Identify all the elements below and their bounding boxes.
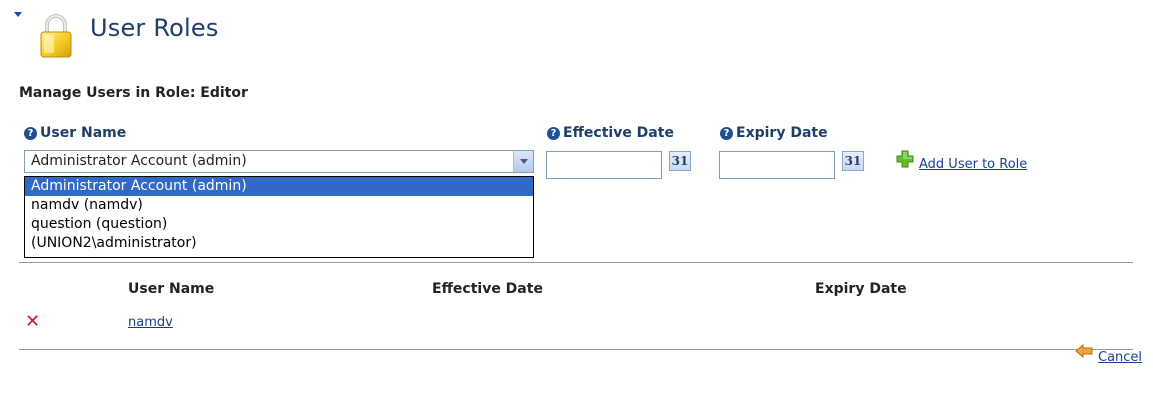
help-icon[interactable]: ? xyxy=(720,126,733,140)
dropdown-option[interactable]: (UNION2\administrator) xyxy=(25,234,533,253)
column-header-expiry-date: Expiry Date xyxy=(815,281,907,297)
collapse-triangle-icon[interactable] xyxy=(14,12,22,17)
chevron-down-icon xyxy=(519,159,528,164)
user-name-label: ? User Name xyxy=(24,125,126,141)
effective-date-input[interactable] xyxy=(546,151,662,179)
help-icon[interactable]: ? xyxy=(24,126,37,140)
expiry-date-label-text: Expiry Date xyxy=(736,125,828,141)
expiry-date-input[interactable] xyxy=(719,151,835,179)
effective-date-label: ? Effective Date xyxy=(547,125,674,141)
user-name-dropdown-list[interactable]: Administrator Account (admin) namdv (nam… xyxy=(24,176,534,258)
column-header-user-name: User Name xyxy=(128,281,215,297)
plus-icon[interactable] xyxy=(896,150,914,168)
lock-icon xyxy=(40,14,72,58)
add-user-to-role-link[interactable]: Add User to Role xyxy=(919,157,1027,172)
select-dropdown-button[interactable] xyxy=(513,151,533,172)
effective-date-label-text: Effective Date xyxy=(563,125,674,141)
page-title: User Roles xyxy=(90,14,219,42)
user-name-select[interactable]: Administrator Account (admin) xyxy=(24,150,534,173)
arrow-left-icon[interactable] xyxy=(1075,344,1093,358)
column-header-effective-date: Effective Date xyxy=(432,281,543,297)
divider xyxy=(19,349,1133,350)
dropdown-option[interactable]: Administrator Account (admin) xyxy=(25,177,533,196)
divider xyxy=(19,262,1133,263)
table-row-user-link[interactable]: namdv xyxy=(128,315,173,330)
help-icon[interactable]: ? xyxy=(547,126,560,140)
expiry-date-label: ? Expiry Date xyxy=(720,125,828,141)
calendar-icon[interactable]: 31 xyxy=(669,151,691,171)
delete-x-icon[interactable]: ✕ xyxy=(25,311,40,332)
user-name-label-text: User Name xyxy=(40,125,127,141)
dropdown-option[interactable]: namdv (namdv) xyxy=(25,196,533,215)
dropdown-option[interactable]: question (question) xyxy=(25,215,533,234)
section-subtitle: Manage Users in Role: Editor xyxy=(19,85,248,101)
user-name-select-value: Administrator Account (admin) xyxy=(31,153,247,169)
cancel-link[interactable]: Cancel xyxy=(1098,350,1142,365)
calendar-icon[interactable]: 31 xyxy=(842,151,864,171)
